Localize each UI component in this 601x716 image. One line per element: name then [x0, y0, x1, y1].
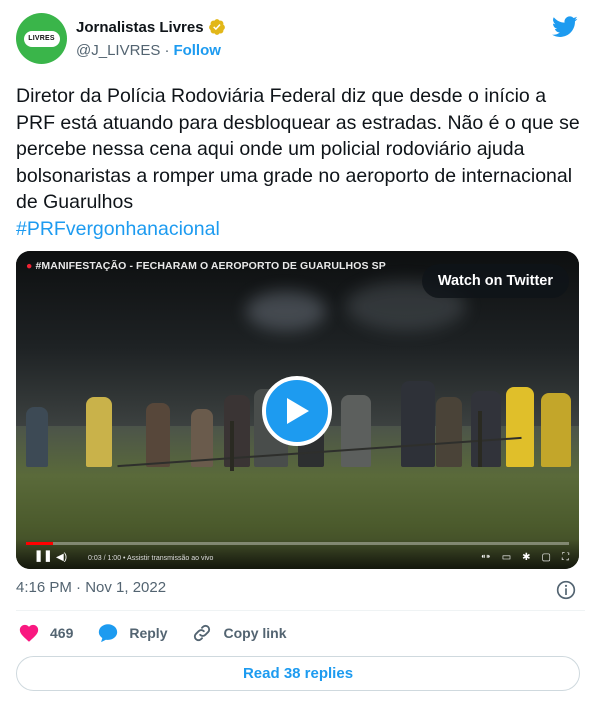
share-icon[interactable]: ▭: [502, 552, 511, 563]
reply-button[interactable]: Reply: [97, 622, 167, 644]
info-icon[interactable]: [556, 580, 576, 600]
author-name-row: Jornalistas Livres: [76, 18, 226, 36]
tweet-actions: 469 Reply Copy link: [18, 622, 311, 644]
play-button[interactable]: [262, 376, 332, 446]
fullscreen-icon[interactable]: ⛶: [562, 552, 569, 563]
divider: [16, 610, 585, 611]
tweet-embed: LIVRES Jornalistas Livres @J_LIVRES · Fo…: [0, 0, 601, 716]
follow-button[interactable]: Follow: [173, 42, 221, 59]
play-icon: [287, 398, 309, 424]
tweet-body: Diretor da Polícia Rodoviária Federal di…: [16, 85, 580, 213]
copy-link-label: Copy link: [223, 625, 287, 641]
video-player[interactable]: ● #MANIFESTAÇÃO - FECHARAM O AEROPORTO D…: [16, 251, 579, 569]
author-handle[interactable]: @J_LIVRES: [76, 42, 160, 59]
watch-on-twitter-button[interactable]: Watch on Twitter: [421, 264, 569, 298]
captions-icon[interactable]: ⁌⁍: [481, 552, 491, 563]
video-progress-fill: [26, 542, 54, 545]
video-title: ● #MANIFESTAÇÃO - FECHARAM O AEROPORTO D…: [26, 260, 386, 272]
video-frame-light: [246, 291, 326, 331]
link-icon: [194, 624, 211, 642]
separator-dot: ·: [164, 42, 170, 59]
avatar-logo: LIVRES: [23, 30, 60, 47]
reply-label: Reply: [129, 625, 168, 641]
reply-bubble-icon: [99, 624, 118, 643]
like-count: 469: [50, 625, 74, 641]
settings-icon[interactable]: ✱: [522, 552, 530, 563]
video-time-readout: 0:03 / 1:00 • Assistir transmissão ao vi…: [88, 555, 214, 562]
hashtag-link[interactable]: #PRFvergonhanacional: [16, 216, 586, 243]
like-button[interactable]: 469: [18, 622, 73, 644]
video-progress-bar[interactable]: [26, 542, 569, 545]
author-display-name[interactable]: Jornalistas Livres: [76, 19, 204, 36]
twitter-bird-icon[interactable]: [552, 16, 578, 38]
video-title-text: #MANIFESTAÇÃO - FECHARAM O AEROPORTO DE …: [35, 260, 386, 272]
video-controls-right: ⁌⁍ ▭ ✱ ▢ ⛶: [481, 552, 569, 563]
tweet-timestamp[interactable]: 4:16 PM · Nov 1, 2022: [16, 579, 166, 596]
avatar[interactable]: LIVRES: [16, 13, 67, 64]
read-replies-button[interactable]: Read 38 replies: [16, 656, 580, 691]
tweet-text: Diretor da Polícia Rodoviária Federal di…: [16, 83, 586, 242]
copy-link-button[interactable]: Copy link: [191, 622, 287, 644]
volume-icon[interactable]: ◀): [56, 552, 67, 563]
pause-icon[interactable]: ❚❚: [34, 549, 52, 562]
verified-icon: [208, 19, 225, 35]
heart-icon: [19, 624, 39, 642]
cast-icon[interactable]: ▢: [542, 552, 551, 563]
author-handle-row: @J_LIVRES · Follow: [76, 42, 221, 59]
